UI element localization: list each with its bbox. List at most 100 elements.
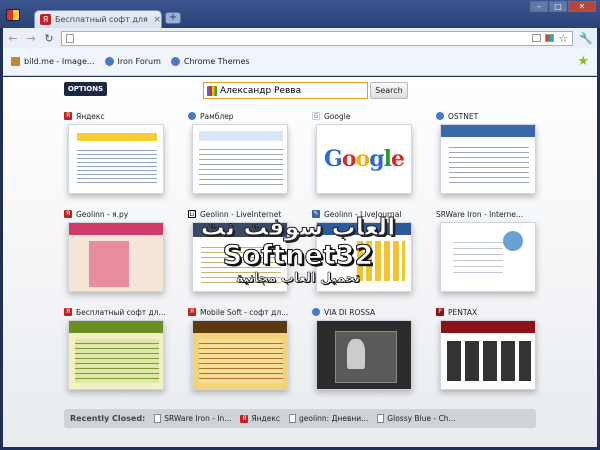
globe-icon — [104, 57, 114, 66]
tile-thumbnail[interactable] — [192, 320, 288, 390]
yandex-icon: Я — [64, 112, 72, 120]
tile-thumbnail[interactable] — [440, 222, 536, 292]
recently-closed-label: Recently Closed: — [70, 414, 146, 423]
search-button[interactable]: Search — [370, 82, 408, 99]
bookmark-item[interactable]: bild.me - Image... — [11, 57, 95, 66]
window-controls: – □ ✕ — [530, 1, 596, 12]
tab-close-icon[interactable]: × — [153, 15, 161, 25]
globe-icon — [312, 308, 320, 316]
tile-thumbnail[interactable] — [192, 124, 288, 194]
tile-title: OSTNET — [448, 111, 479, 121]
speed-dial-tile[interactable]: OSTNET — [436, 110, 548, 200]
tile-title: Бесплатный софт дл... — [76, 307, 166, 317]
options-button[interactable]: OPTIONS — [64, 82, 107, 96]
tile-title: Geolinn - LiveJournal — [324, 209, 402, 219]
tile-title: SRWare Iron - Interne... — [436, 209, 524, 219]
speed-dial-tile[interactable]: Я Бесплатный софт дл... — [64, 306, 176, 396]
speed-dial-tile[interactable]: ✎ Geolinn - LiveJournal — [312, 208, 424, 298]
tile-title: Mobile Soft - софт дл... — [200, 307, 289, 317]
speed-dial-tile[interactable]: Я Яндекс — [64, 110, 176, 200]
tile-title: Geolinn - я.ру — [76, 209, 129, 219]
speed-dial-star-icon[interactable]: ★ — [577, 54, 589, 69]
page-icon — [154, 414, 162, 423]
liveinternet-icon: Li — [188, 210, 196, 218]
recently-closed-item[interactable]: Glossy Blue - Ch... — [377, 414, 456, 423]
tab-title: Бесплатный софт для ва... — [55, 15, 149, 24]
globe-icon — [170, 57, 180, 66]
yandex-icon: Я — [240, 414, 249, 423]
globe-icon — [436, 112, 444, 120]
back-button[interactable]: ← — [7, 32, 19, 45]
navigation-toolbar: ← → ↻ ☆ 🔧 — [3, 28, 597, 48]
browser-tab[interactable]: Я Бесплатный софт для ва... × — [34, 10, 162, 28]
speed-dial-tile[interactable]: P PENTAX — [436, 306, 548, 396]
search-input[interactable] — [220, 85, 360, 96]
tile-thumbnail[interactable] — [316, 222, 412, 292]
color-extension-icon[interactable] — [545, 34, 555, 42]
speed-dial-tile[interactable]: Рамблер — [188, 110, 300, 200]
tile-thumbnail[interactable] — [440, 124, 536, 194]
title-bar: Я Бесплатный софт для ва... × + – □ ✕ — [0, 0, 600, 28]
google-icon — [207, 85, 217, 96]
tile-title: VIA DI ROSSA — [324, 307, 376, 317]
new-tab-button[interactable]: + — [165, 12, 181, 24]
bookmark-star-icon[interactable]: ☆ — [558, 32, 568, 45]
wrench-menu-icon[interactable]: 🔧 — [579, 32, 593, 45]
address-input[interactable] — [78, 33, 529, 43]
page-icon — [377, 414, 385, 423]
recently-closed-item[interactable]: SRWare Iron - In... — [154, 414, 231, 423]
tile-thumbnail[interactable] — [440, 320, 536, 390]
page-action-icon[interactable] — [532, 34, 542, 42]
recent-item-label: geolinn: Дневни... — [299, 414, 369, 423]
recently-closed-bar: Recently Closed: SRWare Iron - In... Я Я… — [64, 409, 536, 428]
omnibox[interactable]: ☆ — [61, 30, 574, 46]
speed-dial-tile[interactable]: Li Geolinn - LiveInternet — [188, 208, 300, 298]
tile-thumbnail[interactable] — [316, 320, 412, 390]
tile-thumbnail[interactable] — [68, 320, 164, 390]
google-icon: G — [312, 112, 320, 120]
page-icon — [11, 57, 20, 66]
speed-dial-tile[interactable]: SRWare Iron - Interne... — [436, 208, 548, 298]
google-logo: Google — [324, 146, 405, 172]
globe-icon — [188, 112, 196, 120]
close-window-button[interactable]: ✕ — [568, 1, 596, 12]
pentax-icon: P — [436, 308, 444, 316]
tile-title: Geolinn - LiveInternet — [200, 209, 282, 219]
search-box[interactable] — [203, 82, 368, 99]
tile-thumbnail[interactable] — [68, 222, 164, 292]
yandex-favicon-icon: Я — [40, 14, 51, 25]
yandex-icon: Я — [64, 308, 72, 316]
tile-title: Google — [324, 111, 351, 121]
yandex-icon: Я — [188, 308, 196, 316]
speed-dial-tile[interactable]: G Google Google — [312, 110, 424, 200]
tile-title: Рамблер — [200, 111, 234, 121]
recent-item-label: SRWare Iron - In... — [164, 414, 232, 423]
reload-button[interactable]: ↻ — [43, 32, 55, 45]
bookmark-item[interactable]: Chrome Themes — [170, 57, 250, 66]
page-icon — [66, 33, 74, 43]
pen-icon: ✎ — [312, 210, 320, 218]
speed-dial-tile[interactable]: VIA DI ROSSA — [312, 306, 424, 396]
tile-thumbnail[interactable] — [68, 124, 164, 194]
recently-closed-item[interactable]: Я Яндекс — [240, 414, 280, 423]
forward-button[interactable]: → — [25, 32, 37, 45]
bookmark-label: Chrome Themes — [183, 57, 250, 66]
speed-dial-tile[interactable]: Я Geolinn - я.ру — [64, 208, 176, 298]
recent-item-label: Glossy Blue - Ch... — [387, 414, 456, 423]
minimize-button[interactable]: – — [530, 1, 548, 12]
tile-title: Яндекс — [76, 111, 105, 121]
speed-dial-page: OPTIONS Search Я Яндекс Рамблер G Google G… — [3, 77, 597, 447]
omnibox-actions: ☆ — [532, 32, 568, 45]
app-menu-icon[interactable] — [6, 9, 20, 21]
yandex-icon: Я — [64, 210, 72, 218]
bookmark-item[interactable]: Iron Forum — [104, 57, 161, 66]
bookmark-label: Iron Forum — [117, 57, 161, 66]
recently-closed-item[interactable]: geolinn: Дневни... — [289, 414, 368, 423]
maximize-button[interactable]: □ — [549, 1, 567, 12]
speed-dial-tile[interactable]: Я Mobile Soft - софт дл... — [188, 306, 300, 396]
tile-thumbnail[interactable]: Google — [316, 124, 412, 194]
tile-title: PENTAX — [448, 307, 478, 317]
tile-thumbnail[interactable] — [192, 222, 288, 292]
bookmarks-bar: bild.me - Image... Iron Forum Chrome The… — [3, 48, 597, 76]
bookmark-label: bild.me - Image... — [24, 57, 95, 66]
